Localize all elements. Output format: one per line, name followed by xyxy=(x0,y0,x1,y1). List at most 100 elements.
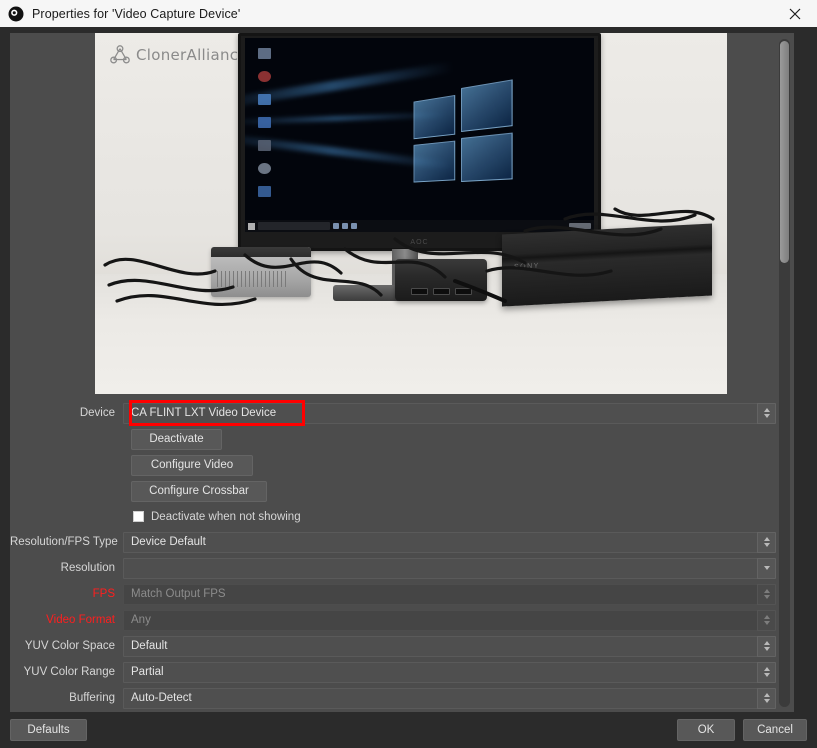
chevron-down-icon xyxy=(763,621,770,625)
field-select[interactable]: Default xyxy=(123,635,776,657)
chevron-down-icon xyxy=(763,699,770,703)
deactivate-when-not-showing-label: Deactivate when not showing xyxy=(151,510,301,523)
start-button-icon xyxy=(248,222,255,230)
desktop-icon-column xyxy=(249,48,279,209)
close-button[interactable] xyxy=(773,0,817,27)
mini-pc-top xyxy=(211,247,311,257)
field-select[interactable]: Auto-Detect xyxy=(123,687,776,709)
field-label: Video Format xyxy=(46,614,115,626)
configure-video-button[interactable]: Configure Video xyxy=(131,454,253,476)
configure-crossbar-row: Configure Crossbar xyxy=(10,478,794,504)
device-select[interactable]: CA FLINT LXT Video Device xyxy=(123,402,776,424)
properties-form: Device CA FLINT LXT Video Device Deactiv… xyxy=(10,400,794,711)
chevron-up-icon xyxy=(763,615,770,619)
hdmi-port xyxy=(411,288,428,295)
hdmi-capture-box xyxy=(395,259,487,301)
vertical-scrollbar[interactable] xyxy=(779,39,790,707)
field-select[interactable]: Partial xyxy=(123,661,776,683)
cloneralliance-molecule-icon xyxy=(110,45,130,64)
monitor-screen xyxy=(245,38,594,232)
field-label: Resolution/FPS Type xyxy=(10,536,118,548)
field-select-spinner xyxy=(757,583,776,605)
playstation-console: SONY xyxy=(502,223,712,307)
configure-crossbar-button[interactable]: Configure Crossbar xyxy=(131,480,267,502)
chevron-up-icon xyxy=(763,641,770,645)
deactivate-button[interactable]: Deactivate xyxy=(131,428,222,450)
taskbar-icon xyxy=(342,223,348,229)
desktop-icon xyxy=(257,140,271,151)
field-rows: Resolution/FPS Type Device Default Resolut… xyxy=(10,529,794,711)
windows-logo xyxy=(413,79,515,186)
desktop-icon xyxy=(257,94,271,105)
field-select[interactable]: Device Default xyxy=(123,531,776,553)
field-select-spinner[interactable] xyxy=(757,635,776,657)
field-row: Buffering Auto-Detect xyxy=(10,685,794,711)
field-select-spinner[interactable] xyxy=(757,661,776,683)
field-select-spinner[interactable] xyxy=(757,531,776,553)
field-select-value: Any xyxy=(131,614,151,626)
desktop-icon xyxy=(257,71,271,82)
field-row: YUV Color Range Partial xyxy=(10,659,794,685)
dialog-body: ClonerAlliance ™ xyxy=(0,27,817,748)
field-select-spinner[interactable] xyxy=(757,687,776,709)
field-select-value: Match Output FPS xyxy=(131,588,226,600)
field-row: YUV Color Space Default xyxy=(10,633,794,659)
mini-pc-vents xyxy=(217,271,289,287)
field-label: Buffering xyxy=(69,692,115,704)
monitor: AOC xyxy=(238,33,601,251)
obs-logo-icon xyxy=(8,6,24,21)
properties-scroll-panel: ClonerAlliance ™ xyxy=(10,33,794,712)
field-select-spinner xyxy=(757,609,776,631)
field-label: YUV Color Range xyxy=(23,666,115,678)
chevron-down-icon xyxy=(763,566,770,570)
field-label: YUV Color Space xyxy=(24,640,115,652)
window-title: Properties for 'Video Capture Device' xyxy=(32,6,241,21)
desktop-icon xyxy=(257,48,271,59)
chevron-up-icon xyxy=(763,537,770,541)
field-select-spinner[interactable] xyxy=(757,557,776,579)
device-label: Device xyxy=(79,407,115,419)
deactivate-when-not-showing-row: Deactivate when not showing xyxy=(10,504,794,529)
field-select-value: Device Default xyxy=(131,536,206,548)
chevron-up-icon xyxy=(763,667,770,671)
device-row: Device CA FLINT LXT Video Device xyxy=(10,400,794,426)
monitor-brand-label: AOC xyxy=(410,239,429,246)
taskbar-clock xyxy=(569,223,591,229)
title-bar: Properties for 'Video Capture Device' xyxy=(0,0,817,28)
desktop-icon xyxy=(257,117,271,128)
chevron-up-icon xyxy=(763,693,770,697)
field-select: Any xyxy=(123,609,776,631)
scrollbar-thumb[interactable] xyxy=(780,41,789,263)
windows-taskbar xyxy=(245,220,594,232)
deactivate-when-not-showing-checkbox[interactable] xyxy=(133,511,144,522)
defaults-button[interactable]: Defaults xyxy=(10,719,87,741)
taskbar-search-box xyxy=(258,222,330,230)
desktop-icon xyxy=(257,186,271,197)
close-icon xyxy=(789,8,801,19)
video-preview: ClonerAlliance ™ xyxy=(95,33,727,394)
device-select-spinner[interactable] xyxy=(757,402,776,424)
desktop-icon xyxy=(257,163,271,174)
chevron-up-icon xyxy=(763,589,770,593)
field-row: FPS Match Output FPS xyxy=(10,581,794,607)
properties-dialog: Properties for 'Video Capture Device' Cl… xyxy=(0,0,817,748)
chevron-down-icon xyxy=(763,647,770,651)
chevron-down-icon xyxy=(763,673,770,677)
field-row: Resolution xyxy=(10,555,794,581)
taskbar-icon xyxy=(351,223,357,229)
mini-pc xyxy=(211,247,311,297)
field-label: FPS xyxy=(92,588,115,600)
deactivate-row: Deactivate xyxy=(10,426,794,452)
field-label: Resolution xyxy=(60,562,115,574)
hdmi-port xyxy=(433,288,450,295)
cloneralliance-brand-text: ClonerAlliance xyxy=(136,46,248,64)
console-brand-label: SONY xyxy=(514,262,540,271)
configure-video-row: Configure Video xyxy=(10,452,794,478)
field-select: Match Output FPS xyxy=(123,583,776,605)
field-select[interactable] xyxy=(123,557,776,579)
ok-button[interactable]: OK xyxy=(677,719,735,741)
dialog-footer: Defaults OK Cancel xyxy=(0,712,817,748)
chevron-down-icon xyxy=(763,595,770,599)
field-select-value: Default xyxy=(131,640,168,652)
cancel-button[interactable]: Cancel xyxy=(743,719,807,741)
